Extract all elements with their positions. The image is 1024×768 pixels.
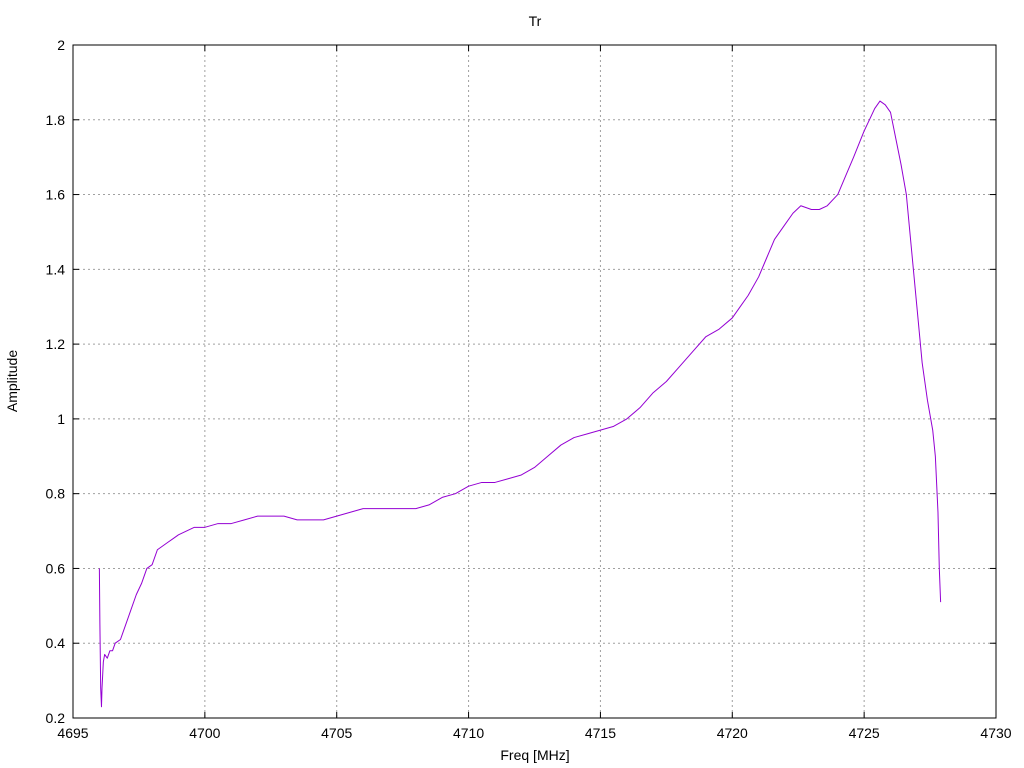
y-tick-label: 0.8 <box>46 486 66 502</box>
chart-title: Tr <box>529 13 542 29</box>
x-tick-label: 4725 <box>849 725 880 741</box>
y-axis-label: Amplitude <box>4 350 20 412</box>
chart: 4695 4700 4705 4710 4715 4720 4725 4730 0.2 0.4 0… <box>0 0 1024 768</box>
y-tick-label: 0.2 <box>46 710 66 726</box>
x-tick-label: 4720 <box>717 725 748 741</box>
y-tick-label: 1.8 <box>46 112 66 128</box>
y-tick-label: 0.6 <box>46 560 66 576</box>
x-tick-label: 4730 <box>980 725 1011 741</box>
x-tick-label: 4705 <box>321 725 352 741</box>
x-tick-label: 4715 <box>585 725 616 741</box>
x-axis-label: Freq [MHz] <box>500 747 569 763</box>
x-tick-label: 4695 <box>57 725 88 741</box>
x-tick-label: 4710 <box>453 725 484 741</box>
y-tick-label: 2 <box>57 37 65 53</box>
y-tick-label: 1.2 <box>46 336 66 352</box>
y-tick-label: 1.4 <box>46 261 66 277</box>
y-tick-label: 1.6 <box>46 187 66 203</box>
chart-background <box>0 0 1024 768</box>
x-tick-label: 4700 <box>189 725 220 741</box>
y-tick-label: 1 <box>57 411 65 427</box>
y-tick-label: 0.4 <box>46 635 66 651</box>
